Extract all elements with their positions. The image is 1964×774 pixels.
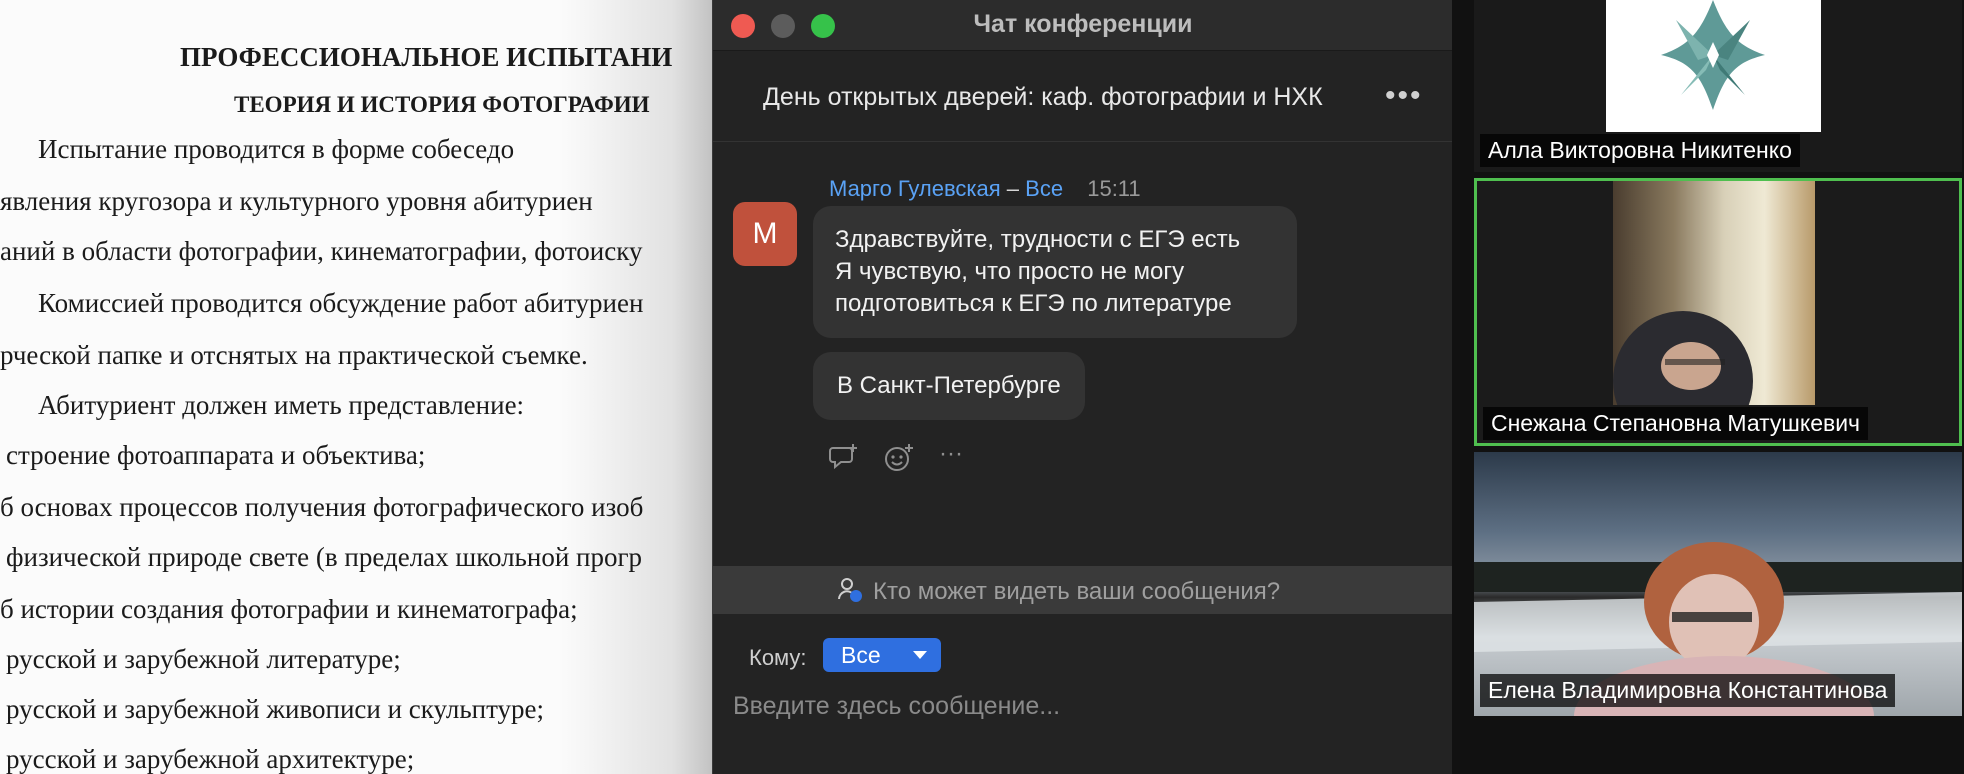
message-line: Здравствуйте, трудности с ЕГЭ есть: [835, 226, 1241, 253]
titlebar: Чат конференции: [713, 0, 1453, 51]
user-visibility-icon: [838, 578, 862, 602]
document-line: Испытание проводится в форме собеседо: [38, 134, 515, 164]
shared-document: ПРОФЕССИОНАЛЬНОЕ ИСПЫТАНИ ТЕОРИЯ И ИСТОР…: [0, 0, 720, 774]
avatar[interactable]: M: [733, 202, 797, 266]
add-reaction-icon[interactable]: [883, 442, 915, 474]
participant-avatar-image: [1606, 0, 1821, 132]
message-input[interactable]: [731, 688, 1415, 724]
document-line: б истории создания фотографии и кинемато…: [0, 594, 578, 624]
document-line: Абитуриент должен иметь представление:: [38, 390, 525, 420]
recipient-dropdown[interactable]: Все: [823, 638, 941, 672]
document-line: русской и зарубежной живописи и скульпту…: [6, 694, 545, 724]
sender-name[interactable]: Марго Гулевская: [829, 176, 1001, 201]
recipient-dropdown-value: Все: [841, 642, 881, 668]
participant-name: Алла Викторовна Никитенко: [1480, 134, 1800, 167]
participant-tile[interactable]: Алла Викторовна Никитенко: [1474, 0, 1962, 172]
message-more-button[interactable]: ···: [939, 440, 963, 468]
more-options-button[interactable]: •••: [1385, 79, 1423, 113]
message-line: подготовиться к ЕГЭ по литературе: [835, 290, 1232, 317]
document-line: физической природе свете (в пределах шко…: [6, 542, 643, 572]
message-time: 15:11: [1087, 176, 1141, 201]
reply-thread-icon[interactable]: [829, 442, 859, 472]
visibility-notice-label: Кто может видеть ваши сообщения?: [873, 578, 1281, 605]
meeting-name: День открытых дверей: каф. фотографии и …: [763, 83, 1323, 111]
participant-name: Елена Владимировна Константинова: [1480, 674, 1896, 707]
document-line: русской и зарубежной архитектуре;: [6, 744, 415, 774]
participant-video: [1613, 181, 1815, 405]
message-bubble[interactable]: В Санкт-Петербурге: [813, 352, 1085, 420]
window-title: Чат конференции: [973, 10, 1193, 38]
chat-window: Чат конференции День открытых дверей: ка…: [712, 0, 1454, 774]
message-line: Я чувствую, что просто не могу: [835, 258, 1185, 285]
recipient-label: Кому:: [749, 645, 807, 670]
participant-tile[interactable]: Елена Владимировна Константинова: [1474, 452, 1962, 716]
document-line: рческой папке и отснятых на практической…: [0, 340, 588, 370]
window-shadow: [560, 0, 720, 774]
document-line: б основах процессов получения фотографич…: [0, 492, 644, 522]
document-line: Комиссией проводится обсуждение работ аб…: [38, 288, 644, 318]
sender-separator: –: [1006, 176, 1020, 201]
meeting-header: День открытых дверей: каф. фотографии и …: [713, 51, 1453, 142]
recipient-name: Все: [1025, 176, 1064, 201]
star-logo-icon: [1661, 0, 1765, 110]
visibility-notice[interactable]: Кто может видеть ваши сообщения?: [713, 566, 1453, 614]
chevron-down-icon: [913, 651, 927, 659]
document-line: русской и зарубежной литературе;: [6, 644, 401, 674]
message-bubble[interactable]: Здравствуйте, трудности с ЕГЭ есть Я чув…: [813, 206, 1297, 338]
participant-tile-active-speaker[interactable]: Снежана Степановна Матушкевич: [1474, 178, 1962, 446]
document-line: строение фотоаппарата и объектива;: [6, 440, 426, 470]
video-gallery: Алла Викторовна Никитенко Снежана Степан…: [1452, 0, 1964, 774]
message-header: Марго Гулевская – Все 15:11: [829, 176, 1141, 202]
document-line: аний в области фотографии, кинематографи…: [0, 236, 643, 266]
document-line: явления кругозора и культурного уровня а…: [0, 186, 593, 216]
participant-name: Снежана Степановна Матушкевич: [1483, 407, 1869, 440]
participant-video-frame: [1613, 311, 1753, 405]
